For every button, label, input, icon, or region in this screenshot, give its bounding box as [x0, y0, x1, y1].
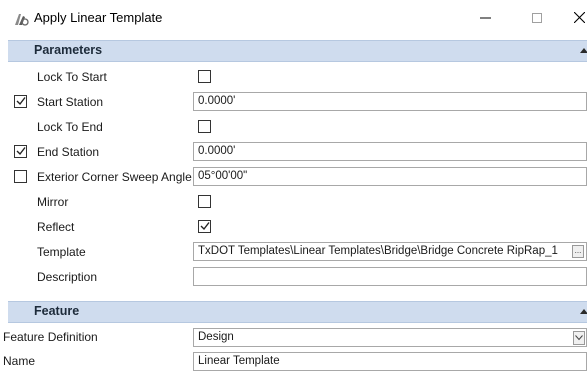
lock-to-end-row: Lock To End [8, 115, 587, 140]
feature-definition-label: Feature Definition [3, 330, 98, 344]
start-station-input[interactable]: 0.0000' [193, 92, 587, 111]
name-input[interactable]: Linear Template [193, 352, 587, 371]
reflect-row: Reflect [8, 215, 587, 240]
parameters-section-title: Parameters [34, 43, 103, 57]
close-icon [573, 11, 585, 24]
lock-to-start-label: Lock To Start [37, 70, 107, 84]
checkmark-icon [16, 97, 26, 106]
template-label: Template [37, 245, 86, 259]
feature-definition-value: Design [198, 331, 234, 343]
end-station-row: End Station 0.0000' [8, 140, 587, 165]
feature-section-title: Feature [34, 304, 80, 318]
checkmark-icon [200, 222, 210, 231]
end-station-input[interactable]: 0.0000' [193, 142, 587, 161]
feature-definition-select[interactable]: Design [193, 328, 587, 347]
description-row: Description [8, 265, 587, 290]
reflect-label: Reflect [37, 220, 75, 234]
feature-definition-dropdown-button[interactable] [573, 331, 585, 345]
template-path-text: TxDOT Templates\Linear Templates\Bridge\… [198, 245, 558, 257]
close-button[interactable] [564, 4, 587, 32]
checkmark-icon [16, 147, 26, 156]
collapse-caret-icon[interactable] [579, 45, 587, 55]
description-input[interactable] [193, 267, 587, 286]
title-bar: Apply Linear Template [0, 0, 587, 38]
collapse-caret-icon[interactable] [579, 306, 587, 316]
lock-to-end-checkbox[interactable] [198, 120, 211, 133]
lock-to-end-label: Lock To End [37, 120, 103, 134]
name-label: Name [3, 354, 36, 368]
start-station-row: Start Station 0.0000' [8, 90, 587, 115]
template-browse-button[interactable]: ... [572, 245, 584, 258]
parameters-section-header[interactable]: Parameters [8, 40, 587, 62]
lock-to-start-row: Lock To Start [8, 65, 587, 90]
sweep-angle-enable-checkbox[interactable] [14, 170, 27, 183]
sweep-angle-label: Exterior Corner Sweep Angle [37, 170, 192, 184]
minimize-icon [479, 17, 491, 19]
end-station-enable-checkbox[interactable] [14, 145, 27, 158]
window-title: Apply Linear Template [34, 10, 163, 25]
mirror-row: Mirror [8, 190, 587, 215]
minimize-button[interactable] [470, 4, 500, 32]
start-station-enable-checkbox[interactable] [14, 95, 27, 108]
sweep-angle-input[interactable]: 05°00'00" [193, 167, 587, 186]
maximize-button[interactable] [522, 4, 552, 32]
feature-definition-row: Feature Definition Design [0, 326, 587, 350]
lock-to-start-checkbox[interactable] [198, 70, 211, 83]
template-input[interactable]: TxDOT Templates\Linear Templates\Bridge\… [193, 242, 587, 261]
mirror-checkbox[interactable] [198, 195, 211, 208]
linear-template-icon [15, 14, 29, 26]
template-row: Template TxDOT Templates\Linear Template… [8, 240, 587, 265]
description-label: Description [37, 270, 98, 284]
chevron-down-icon [575, 335, 583, 341]
mirror-label: Mirror [37, 195, 69, 209]
start-station-label: Start Station [37, 95, 104, 109]
reflect-checkbox[interactable] [198, 220, 211, 233]
maximize-icon [532, 13, 542, 23]
sweep-angle-row: Exterior Corner Sweep Angle 05°00'00" [8, 165, 587, 190]
end-station-label: End Station [37, 145, 100, 159]
name-row: Name Linear Template [0, 350, 587, 374]
feature-section-header[interactable]: Feature [8, 301, 587, 323]
